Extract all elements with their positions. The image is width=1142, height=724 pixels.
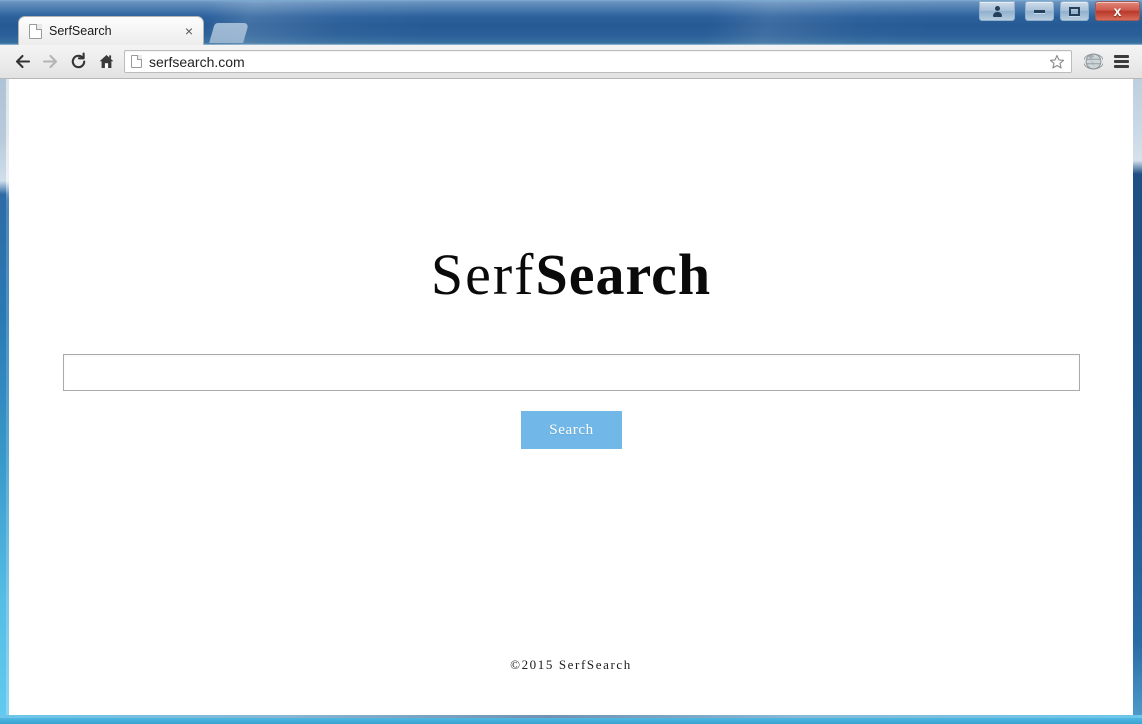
titlebar-sheen: [0, 1, 1142, 17]
page-icon: [29, 23, 42, 39]
logo-serf: Serf: [430, 242, 536, 307]
user-icon: [992, 5, 1002, 17]
reload-button[interactable]: [64, 48, 92, 76]
search-input-wrapper[interactable]: [63, 354, 1080, 391]
site-logo: SerfSearch: [9, 246, 1133, 304]
window-frame-left-inner: [6, 45, 9, 724]
page-icon: [131, 55, 142, 68]
home-button[interactable]: [92, 48, 120, 76]
serfsearch-home-page: SerfSearch Search ©2015 SerfSearch: [9, 79, 1133, 715]
close-tab-icon[interactable]: ×: [181, 23, 197, 39]
tab-strip: SerfSearch ×: [0, 16, 1142, 45]
forward-arrow-icon: [42, 54, 57, 69]
window-frame-bottom-sheen: [0, 715, 1142, 718]
tab-title: SerfSearch: [49, 24, 112, 38]
window-controls: x: [979, 1, 1140, 21]
home-icon: [99, 55, 113, 68]
new-tab-button[interactable]: [209, 23, 249, 43]
page-viewport: SerfSearch Search ©2015 SerfSearch: [9, 79, 1133, 715]
maximize-button[interactable]: [1060, 1, 1089, 21]
logo-search: Search: [535, 242, 712, 307]
back-arrow-icon: [15, 54, 30, 69]
close-icon: x: [1113, 3, 1122, 19]
url-text: serfsearch.com: [149, 53, 245, 70]
back-button[interactable]: [8, 48, 36, 76]
minimize-icon: [1034, 9, 1045, 13]
user-account-button[interactable]: [979, 1, 1015, 21]
globe-button[interactable]: [1080, 49, 1106, 75]
browser-toolbar: serfsearch.com: [0, 45, 1142, 79]
close-window-button[interactable]: x: [1095, 1, 1140, 21]
menu-button[interactable]: [1108, 49, 1134, 75]
browser-window: x SerfSearch × serfsearch.com SerfSearch…: [0, 0, 1142, 724]
forward-button[interactable]: [36, 48, 64, 76]
bookmark-star-icon[interactable]: [1047, 52, 1067, 72]
globe-icon: [1083, 53, 1103, 70]
page-footer: ©2015 SerfSearch: [510, 657, 632, 672]
address-bar[interactable]: serfsearch.com: [124, 50, 1072, 73]
search-input[interactable]: [64, 355, 1079, 390]
window-frame-right: [1133, 45, 1142, 724]
maximize-icon: [1069, 6, 1080, 16]
browser-tab[interactable]: SerfSearch ×: [18, 16, 204, 45]
reload-icon: [71, 52, 85, 69]
hamburger-menu-icon: [1113, 53, 1129, 71]
minimize-button[interactable]: [1025, 1, 1054, 21]
search-button[interactable]: Search: [521, 411, 622, 449]
